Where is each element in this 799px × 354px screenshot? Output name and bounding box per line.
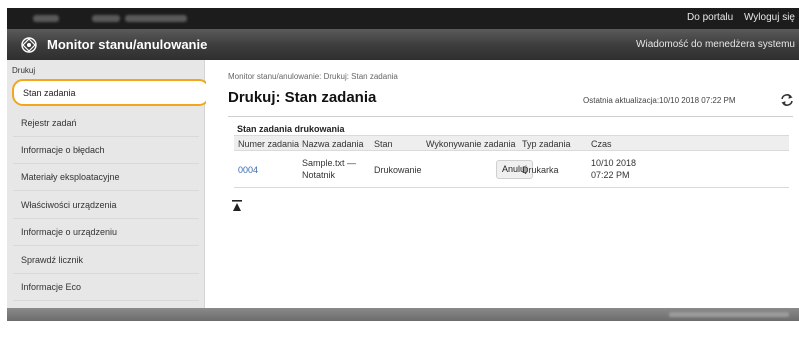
- sidebar-item-device-info[interactable]: Informacje o urządzeniu: [13, 219, 199, 246]
- sidebar-item-label: Informacje Eco: [21, 282, 82, 292]
- app-title: Monitor stanu/anulowanie: [47, 37, 208, 52]
- column-header: Stan: [374, 139, 393, 149]
- sidebar-item-label: Rejestr zadań: [21, 118, 77, 128]
- job-time: 10/10 2018 07:22 PM: [591, 158, 637, 180]
- sidebar-item-label: Sprawdź licznik: [21, 255, 84, 265]
- job-status: Drukowanie: [374, 165, 422, 175]
- blurred-text: [125, 15, 187, 22]
- job-number-link[interactable]: 0004: [238, 164, 258, 176]
- column-header: Numer zadania: [238, 139, 300, 149]
- sidebar-item-eco[interactable]: Informacje Eco: [13, 274, 199, 301]
- column-header: Wykonywanie zadania: [426, 139, 516, 149]
- main-content: Monitor stanu/anulowanie: Drukuj: Stan z…: [206, 60, 799, 308]
- sidebar-item-label: Informacje o błędach: [21, 145, 105, 155]
- table-header: Numer zadania Nazwa zadania Stan Wykonyw…: [234, 135, 789, 151]
- section-title: Stan zadania drukowania: [237, 124, 345, 134]
- sidebar-item-label: Informacje o urządzeniu: [21, 227, 118, 237]
- last-update-text: Ostatnia aktualizacja:10/10 2018 07:22 P…: [583, 96, 736, 105]
- blurred-text: [92, 15, 120, 22]
- sidebar-item-label: Właściwości urządzenia: [21, 200, 117, 210]
- sidebar-item-counter[interactable]: Sprawdź licznik: [13, 247, 199, 274]
- top-links: Do portalu Wyloguj się: [679, 12, 795, 23]
- row-divider: [234, 187, 789, 188]
- collapse-icon[interactable]: [232, 200, 242, 212]
- column-header: Czas: [591, 139, 612, 149]
- column-header: Nazwa zadania: [302, 139, 364, 149]
- divider: [228, 116, 793, 117]
- refresh-icon[interactable]: [779, 93, 795, 107]
- page-title: Drukuj: Stan zadania: [228, 89, 377, 106]
- blurred-text: [33, 15, 59, 22]
- sidebar-item-job-log[interactable]: Rejestr zadań: [13, 110, 199, 137]
- portal-link[interactable]: Do portalu: [687, 12, 733, 23]
- sidebar-item-device-features[interactable]: Właściwości urządzenia: [13, 192, 199, 219]
- column-header: Typ zadania: [522, 139, 571, 149]
- footer-bar: [7, 308, 799, 321]
- logo-icon: [21, 37, 37, 53]
- blurred-text: [669, 312, 789, 317]
- job-type: Drukarka: [522, 165, 559, 175]
- title-bar: Monitor stanu/anulowanie Wiadomość do me…: [7, 29, 799, 60]
- sidebar-item-label: Stan zadania: [23, 87, 76, 98]
- admin-message-link[interactable]: Wiadomość do menedżera systemu: [636, 39, 795, 50]
- sidebar-item-job-status[interactable]: Stan zadania: [12, 79, 210, 106]
- top-bar: Do portalu Wyloguj się: [7, 8, 799, 29]
- sidebar-item-label: Materiały eksploatacyjne: [21, 172, 120, 182]
- sidebar-section-title: Drukuj: [12, 66, 36, 75]
- sidebar-item-consumables[interactable]: Materiały eksploatacyjne: [13, 164, 199, 191]
- sidebar-item-error-info[interactable]: Informacje o błędach: [13, 137, 199, 164]
- breadcrumb: Monitor stanu/anulowanie: Drukuj: Stan z…: [228, 72, 398, 81]
- job-name: Sample.txt — Notatnik: [302, 158, 357, 180]
- sidebar: Drukuj Stan zadania Rejestr zadań Inform…: [7, 60, 210, 308]
- logout-link[interactable]: Wyloguj się: [744, 12, 795, 23]
